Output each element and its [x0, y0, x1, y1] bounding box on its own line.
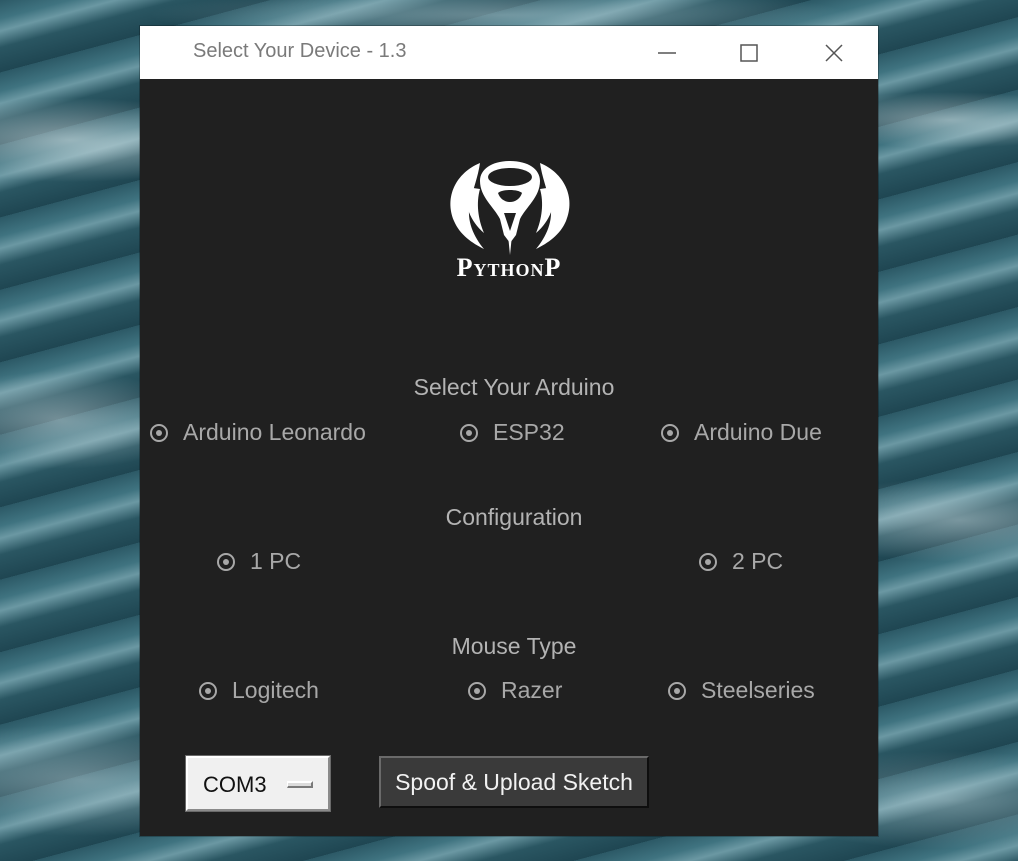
- radio-label: Razer: [501, 677, 563, 703]
- radio-label: Steelseries: [701, 677, 815, 703]
- device-select-window: Select Your Device - 1.3 PythonP Select …: [140, 26, 878, 836]
- minimize-button[interactable]: [644, 26, 690, 79]
- radio-indicator[interactable]: [217, 552, 235, 571]
- radio-2-pc[interactable]: 2 PC: [699, 548, 783, 575]
- mouse-section-label: Mouse Type: [451, 633, 577, 659]
- radio-esp32[interactable]: ESP32: [460, 419, 565, 446]
- radio-indicator[interactable]: [668, 681, 686, 700]
- radio-indicator[interactable]: [199, 681, 217, 700]
- radio-indicator[interactable]: [699, 552, 717, 571]
- title-bar[interactable]: Select Your Device - 1.3: [140, 26, 878, 79]
- radio-steelseries[interactable]: Steelseries: [668, 677, 815, 704]
- cobra-logo-icon: [450, 161, 570, 255]
- radio-label: Logitech: [232, 677, 319, 703]
- radio-indicator[interactable]: [468, 681, 486, 700]
- radio-label: Arduino Leonardo: [183, 419, 366, 445]
- radio-logitech[interactable]: Logitech: [199, 677, 319, 704]
- radio-1-pc[interactable]: 1 PC: [217, 548, 301, 575]
- arduino-section-label: Select Your Arduino: [413, 374, 615, 400]
- radio-label: 2 PC: [732, 548, 784, 574]
- radio-label: Arduino Due: [694, 419, 822, 445]
- window-content: PythonP Select Your Arduino Arduino Leon…: [140, 79, 878, 836]
- radio-razer[interactable]: Razer: [468, 677, 562, 704]
- minimize-icon: [658, 51, 676, 54]
- radio-arduino-due[interactable]: Arduino Due: [661, 419, 822, 446]
- com-port-value: COM3: [203, 772, 267, 797]
- window-title: Select Your Device - 1.3: [193, 40, 407, 62]
- close-button[interactable]: [811, 26, 857, 79]
- brand-name: PythonP: [456, 253, 562, 282]
- maximize-icon: [740, 43, 758, 62]
- radio-indicator[interactable]: [661, 423, 679, 442]
- radio-indicator[interactable]: [150, 423, 168, 442]
- maximize-button[interactable]: [726, 26, 772, 79]
- radio-arduino-leonardo[interactable]: Arduino Leonardo: [150, 419, 366, 446]
- radio-label: ESP32: [493, 419, 565, 445]
- radio-label: 1 PC: [250, 548, 302, 574]
- option-menu-indicator-icon: [287, 781, 313, 788]
- spoof-upload-button[interactable]: Spoof & Upload Sketch: [379, 756, 649, 808]
- com-port-select[interactable]: COM3: [185, 755, 331, 812]
- close-icon: [825, 43, 843, 62]
- radio-indicator[interactable]: [460, 423, 478, 442]
- configuration-section-label: Configuration: [445, 504, 583, 530]
